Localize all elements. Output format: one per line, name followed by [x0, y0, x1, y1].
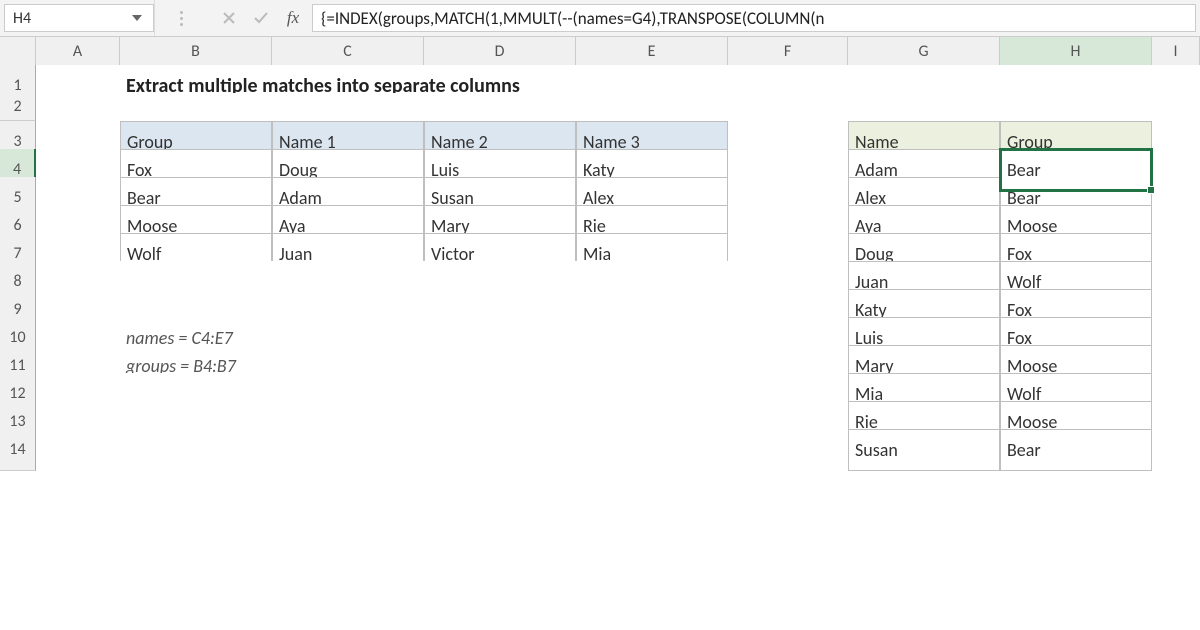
col-header-C[interactable]: C [272, 37, 424, 67]
cell-E2[interactable] [576, 93, 728, 121]
cell-H2[interactable] [1000, 93, 1152, 121]
cell-H4[interactable]: Bear [1000, 149, 1152, 191]
cell-E14[interactable] [576, 429, 728, 471]
col-header-E[interactable]: E [576, 37, 728, 67]
cell-F2[interactable] [728, 93, 848, 121]
formula-bar-icons: fx [210, 0, 312, 36]
fill-handle[interactable] [1147, 186, 1155, 194]
formula-bar-divider [154, 0, 210, 36]
formula-input[interactable]: {=INDEX(groups,MATCH(1,MMULT(--(names=G4… [312, 4, 1196, 32]
name-box[interactable]: H4 [4, 4, 154, 32]
chevron-down-icon[interactable] [129, 10, 145, 26]
row-header-2[interactable]: 2 [0, 93, 36, 121]
select-all-corner[interactable] [0, 37, 36, 67]
cell-B2[interactable] [120, 93, 272, 121]
cell-G14[interactable]: Susan [848, 429, 1000, 471]
col-header-H[interactable]: H [1000, 37, 1152, 67]
cell-B14[interactable] [120, 429, 272, 471]
col-header-D[interactable]: D [424, 37, 576, 67]
cell-A2[interactable] [36, 93, 120, 121]
col-header-G[interactable]: G [848, 37, 1000, 67]
name-box-value: H4 [13, 9, 129, 28]
spreadsheet-grid[interactable]: A B C D E F G H I 1 Extract multiple mat… [0, 37, 1200, 457]
cell-A14[interactable] [36, 429, 120, 471]
cell-I14[interactable] [1152, 429, 1200, 471]
check-icon[interactable] [252, 9, 270, 27]
cell-H14[interactable]: Bear [1000, 429, 1152, 471]
cell-F14[interactable] [728, 429, 848, 471]
col-header-F[interactable]: F [728, 37, 848, 67]
cell-I2[interactable] [1152, 93, 1200, 121]
cell-D14[interactable] [424, 429, 576, 471]
cell-D2[interactable] [424, 93, 576, 121]
fx-icon[interactable]: fx [284, 9, 302, 27]
col-header-I[interactable]: I [1152, 37, 1200, 67]
formula-input-text: {=INDEX(groups,MATCH(1,MMULT(--(names=G4… [321, 8, 824, 29]
cell-G2[interactable] [848, 93, 1000, 121]
formula-bar: H4 fx {=INDEX(groups,MATCH(1,MMULT(--(na… [0, 0, 1200, 37]
col-header-A[interactable]: A [36, 37, 120, 67]
cell-C14[interactable] [272, 429, 424, 471]
cancel-icon[interactable] [220, 9, 238, 27]
col-header-B[interactable]: B [120, 37, 272, 67]
row-header-14[interactable]: 14 [0, 429, 36, 471]
cell-C2[interactable] [272, 93, 424, 121]
